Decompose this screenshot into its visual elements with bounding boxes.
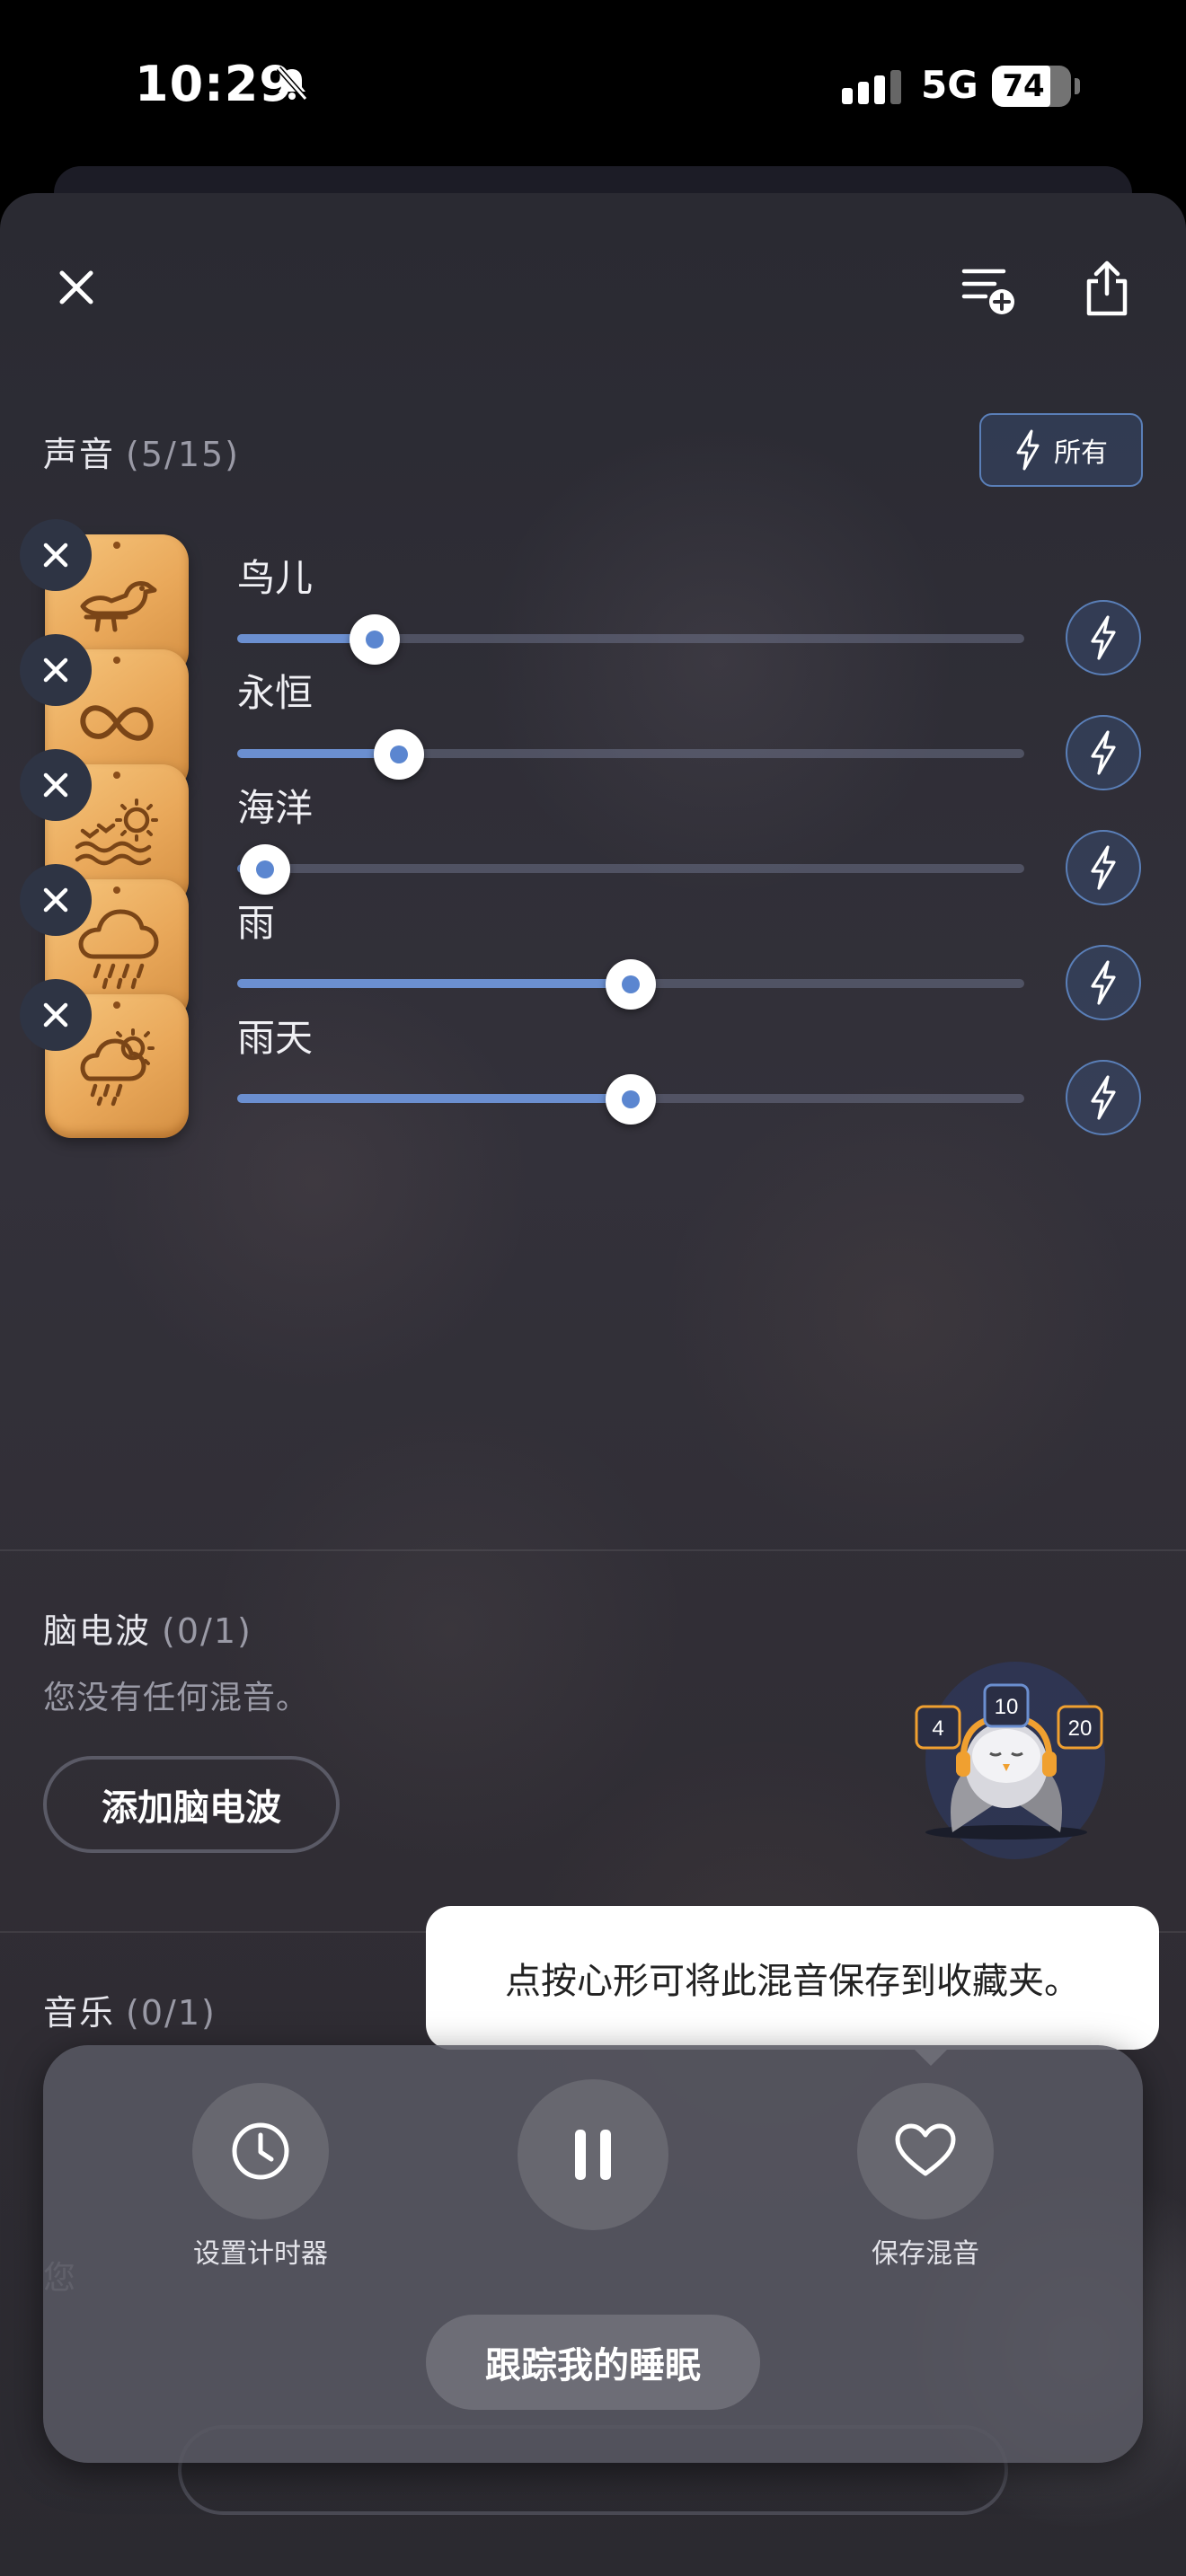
mascot-badge-4: 4	[932, 1716, 943, 1741]
close-icon	[43, 657, 68, 683]
remove-sound-button[interactable]	[20, 749, 92, 821]
silent-bell-icon	[273, 65, 311, 106]
brainwaves-title: 脑电波	[43, 1611, 152, 1651]
close-icon	[43, 543, 68, 568]
pause-button[interactable]	[518, 2079, 668, 2230]
sound-name: 雨天	[237, 1016, 314, 1060]
pause-icon	[575, 2130, 611, 2180]
brainwaves-count: (0/1)	[162, 1611, 252, 1651]
sleep-mascot: 4 10 20	[907, 1662, 1132, 1886]
lightning-icon	[1091, 1075, 1116, 1120]
close-icon	[43, 1002, 68, 1028]
battery-indicator: 74	[992, 66, 1080, 107]
lightning-icon	[1016, 429, 1040, 471]
sound-name: 雨	[237, 901, 276, 945]
add-to-playlist-button[interactable]	[952, 254, 1024, 326]
brainwaves-empty-text: 您没有任何混音。	[43, 1680, 310, 1716]
sound-row: 雨天	[0, 972, 1186, 1151]
sound-boost-button[interactable]	[1066, 1060, 1141, 1135]
remove-sound-button[interactable]	[20, 634, 92, 706]
close-button[interactable]	[45, 256, 108, 319]
network-type: 5G	[921, 63, 978, 107]
track-sleep-button[interactable]: 跟踪我的睡眠	[426, 2315, 760, 2410]
sounds-title: 声音	[43, 435, 116, 474]
all-label: 所有	[1054, 437, 1108, 469]
all-boost-button[interactable]: 所有	[979, 413, 1143, 487]
brainwaves-section-title: 脑电波 (0/1)	[43, 1603, 252, 1653]
cellular-signal-icon	[840, 70, 903, 110]
sound-name: 鸟儿	[237, 556, 314, 600]
heart-icon	[895, 2123, 956, 2176]
save-mix-label: 保存混音	[872, 2238, 979, 2270]
share-button[interactable]	[1071, 252, 1143, 324]
share-icon	[1086, 260, 1128, 316]
volume-slider-thumb[interactable]	[606, 1074, 656, 1125]
save-mix-button[interactable]	[857, 2083, 994, 2219]
status-time: 10:29	[135, 56, 294, 112]
close-icon	[43, 772, 68, 798]
add-brainwave-button[interactable]: 添加脑电波	[43, 1756, 340, 1853]
remove-sound-button[interactable]	[20, 979, 92, 1051]
remove-sound-button[interactable]	[20, 864, 92, 936]
save-mix-tooltip: 点按心形可将此混音保存到收藏夹。	[426, 1906, 1159, 2066]
sounds-section-title: 声音 (5/15)	[43, 427, 240, 476]
music-title: 音乐	[43, 1993, 116, 2033]
battery-level: 74	[1002, 68, 1045, 104]
section-divider	[0, 1549, 1186, 1551]
remove-sound-button[interactable]	[20, 519, 92, 591]
sound-name: 海洋	[237, 786, 314, 830]
mascot-badge-20: 20	[1068, 1716, 1093, 1741]
clock-icon	[232, 2122, 289, 2180]
music-section-title: 音乐 (0/1)	[43, 1985, 217, 2034]
player-controls: 设置计时器 保存混音 跟踪我的睡眠	[43, 2045, 1143, 2463]
status-bar: 10:29 5G 74	[0, 0, 1186, 180]
close-icon	[59, 270, 93, 304]
set-timer-button[interactable]	[192, 2083, 329, 2219]
set-timer-label: 设置计时器	[193, 2238, 328, 2270]
volume-fill	[237, 1094, 631, 1103]
mascot-badge-10: 10	[995, 1695, 1019, 1719]
volume-slider[interactable]	[237, 1074, 1024, 1125]
music-count: (0/1)	[126, 1993, 217, 2033]
sound-name: 永恒	[237, 671, 314, 715]
sounds-count: (5/15)	[126, 435, 240, 474]
close-icon	[43, 887, 68, 913]
playlist-add-icon	[961, 269, 1014, 314]
